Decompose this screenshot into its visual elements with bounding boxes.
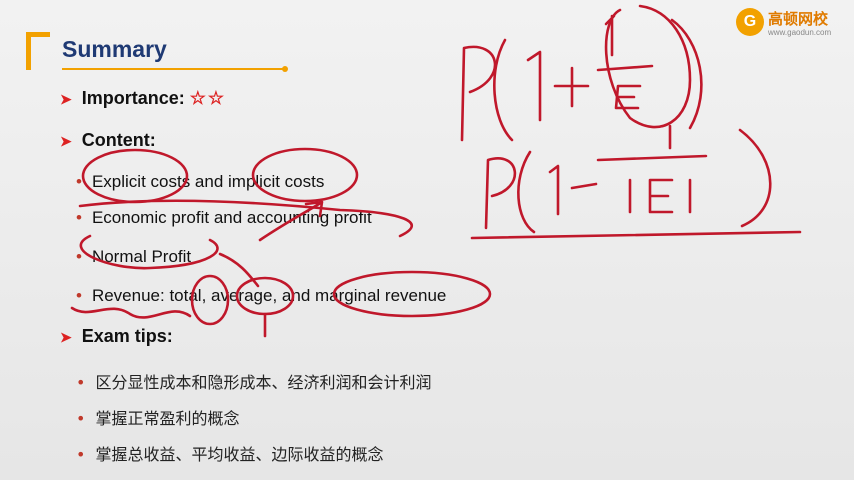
lecture-slide: Summary ➤ Importance: ☆☆ ➤ Content: • Expli…: [0, 0, 854, 480]
handwritten-annotations: [70, 4, 802, 338]
